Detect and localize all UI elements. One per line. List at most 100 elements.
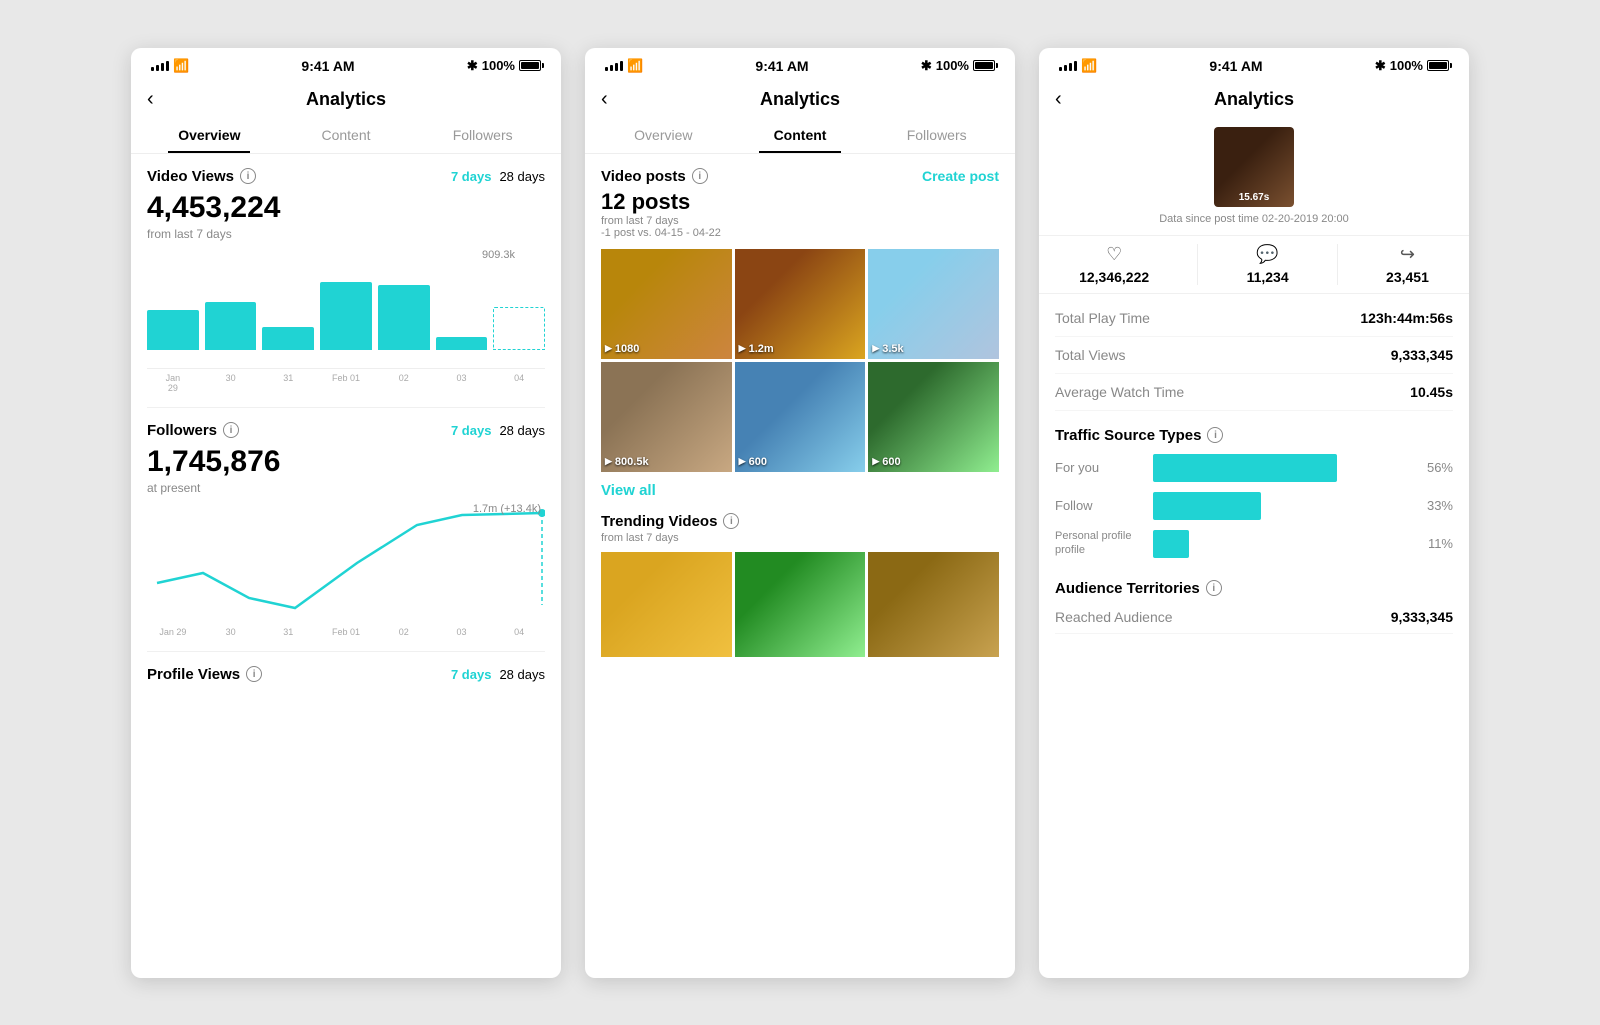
tab-content-1[interactable]: Content <box>278 115 415 153</box>
page-title-1: Analytics <box>306 89 386 110</box>
traffic-label-2: Personal profile profile <box>1055 530 1145 556</box>
followers-value: 1,745,876 <box>147 445 545 479</box>
video-views-info-icon[interactable]: i <box>240 168 256 184</box>
video-views-title: Video Views i <box>147 168 256 185</box>
stat-shares: ↪ 23,451 <box>1386 244 1429 285</box>
line-x-3: Feb 01 <box>320 627 372 637</box>
status-bar-1: 📶 9:41 AM ✱ 100% <box>131 48 561 80</box>
time-1: 9:41 AM <box>301 58 354 74</box>
bar-chart-labels: Jan29 30 31 Feb 01 02 03 04 <box>147 373 545 393</box>
followers-filter-7[interactable]: 7 days <box>451 423 491 438</box>
bar-chart-bars <box>147 249 545 368</box>
status-left-3: 📶 <box>1059 58 1097 74</box>
profile-filter-7[interactable]: 7 days <box>451 667 491 682</box>
battery-icon-3 <box>1427 60 1449 71</box>
posts-count: 12 posts <box>601 189 999 215</box>
followers-info-icon[interactable]: i <box>223 422 239 438</box>
video-thumb-3[interactable]: ▶ 800.5k <box>601 362 732 472</box>
likes-value: 12,346,222 <box>1079 269 1149 285</box>
header-1: ‹ Analytics <box>131 80 561 115</box>
stat-divider-2 <box>1337 244 1338 285</box>
video-views-value: 4,453,224 <box>147 191 545 225</box>
play-icon-2: ▶ <box>872 343 879 354</box>
tab-followers-2[interactable]: Followers <box>868 115 1005 153</box>
post-duration: 15.67s <box>1239 192 1270 203</box>
signal-bars-3 <box>1059 61 1077 71</box>
trending-sub: from last 7 days <box>601 532 999 544</box>
trending-info-icon[interactable]: i <box>723 513 739 529</box>
posts-sub1: from last 7 days -1 post vs. 04-15 - 04-… <box>601 215 999 239</box>
audience-row-0: Reached Audience 9,333,345 <box>1055 601 1453 634</box>
detail-label-0: Total Play Time <box>1055 310 1150 326</box>
bar-feb03 <box>436 265 488 350</box>
line-x-1: 30 <box>205 627 257 637</box>
video-views-header: Video Views i 7 days 28 days <box>147 168 545 185</box>
status-bar-3: 📶 9:41 AM ✱ 100% <box>1039 48 1469 80</box>
stats-row: ♡ 12,346,222 💬 11,234 ↪ 23,451 <box>1039 235 1469 294</box>
audience-section: Audience Territories i Reached Audience … <box>1039 574 1469 634</box>
traffic-row-0: For you 56% <box>1055 454 1453 482</box>
tab-overview-2[interactable]: Overview <box>595 115 732 153</box>
bluetooth-icon-2: ✱ <box>921 58 932 74</box>
time-3: 9:41 AM <box>1209 58 1262 74</box>
line-chart-max: 1.7m (+13.4k) <box>473 503 541 515</box>
profile-views-info-icon[interactable]: i <box>246 666 262 682</box>
followers-sub: at present <box>147 481 545 495</box>
x-label-1: 30 <box>205 373 257 393</box>
video-thumb-4[interactable]: ▶ 600 <box>735 362 866 472</box>
filter-28-days[interactable]: 28 days <box>499 169 545 184</box>
audience-title: Audience Territories i <box>1055 580 1453 597</box>
tab-followers-1[interactable]: Followers <box>414 115 551 153</box>
x-label-4: 02 <box>378 373 430 393</box>
comments-value: 11,234 <box>1247 269 1289 285</box>
signal-bars-1 <box>151 61 169 71</box>
phone-detail: 📶 9:41 AM ✱ 100% ‹ Analytics 15.67s Data… <box>1039 48 1469 978</box>
line-chart-svg <box>147 503 545 623</box>
x-label-5: 03 <box>436 373 488 393</box>
profile-filter-28[interactable]: 28 days <box>499 667 545 682</box>
tab-content-2[interactable]: Content <box>732 115 869 153</box>
video-thumb-5[interactable]: ▶ 600 <box>868 362 999 472</box>
overview-content: Video Views i 7 days 28 days 4,453,224 f… <box>131 154 561 978</box>
back-button-2[interactable]: ‹ <box>601 88 608 111</box>
status-left-1: 📶 <box>151 58 189 74</box>
line-x-4: 02 <box>378 627 430 637</box>
trending-thumb-0[interactable] <box>601 552 732 657</box>
status-right-3: ✱ 100% <box>1375 58 1449 74</box>
video-posts-info-icon[interactable]: i <box>692 168 708 184</box>
line-x-0: Jan 29 <box>147 627 199 637</box>
line-x-5: 03 <box>436 627 488 637</box>
trending-thumb-2[interactable] <box>868 552 999 657</box>
trending-thumb-1[interactable] <box>735 552 866 657</box>
phone-content: 📶 9:41 AM ✱ 100% ‹ Analytics Overview Co… <box>585 48 1015 978</box>
followers-filters: 7 days 28 days <box>451 423 545 438</box>
battery-pct-1: 100% <box>482 58 515 73</box>
traffic-bar-wrap-2 <box>1153 530 1409 558</box>
detail-row-0: Total Play Time 123h:44m:56s <box>1055 300 1453 337</box>
detail-label-2: Average Watch Time <box>1055 384 1184 400</box>
status-left-2: 📶 <box>605 58 643 74</box>
traffic-row-2: Personal profile profile 11% <box>1055 530 1453 558</box>
tab-overview-1[interactable]: Overview <box>141 115 278 153</box>
video-thumb-1[interactable]: ▶ 1.2m <box>735 249 866 359</box>
video-thumb-0[interactable]: ▶ 1080 <box>601 249 732 359</box>
play-icon-5: ▶ <box>872 456 879 467</box>
followers-filter-28[interactable]: 28 days <box>499 423 545 438</box>
audience-info-icon[interactable]: i <box>1206 580 1222 596</box>
video-overlay-1: ▶ 1.2m <box>739 343 774 355</box>
x-label-2: 31 <box>262 373 314 393</box>
filter-7-days[interactable]: 7 days <box>451 169 491 184</box>
view-all-button[interactable]: View all <box>601 482 999 499</box>
detail-label-1: Total Views <box>1055 347 1126 363</box>
back-button-1[interactable]: ‹ <box>147 88 154 111</box>
create-post-button[interactable]: Create post <box>922 168 999 184</box>
video-overlay-5: ▶ 600 <box>872 456 900 468</box>
bluetooth-icon-1: ✱ <box>467 58 478 74</box>
video-posts-title: Video posts i <box>601 168 708 185</box>
back-button-3[interactable]: ‹ <box>1055 88 1062 111</box>
traffic-info-icon[interactable]: i <box>1207 427 1223 443</box>
wifi-icon-3: 📶 <box>1081 58 1097 74</box>
time-2: 9:41 AM <box>755 58 808 74</box>
video-overlay-3: ▶ 800.5k <box>605 456 649 468</box>
video-thumb-2[interactable]: ▶ 3.5k <box>868 249 999 359</box>
